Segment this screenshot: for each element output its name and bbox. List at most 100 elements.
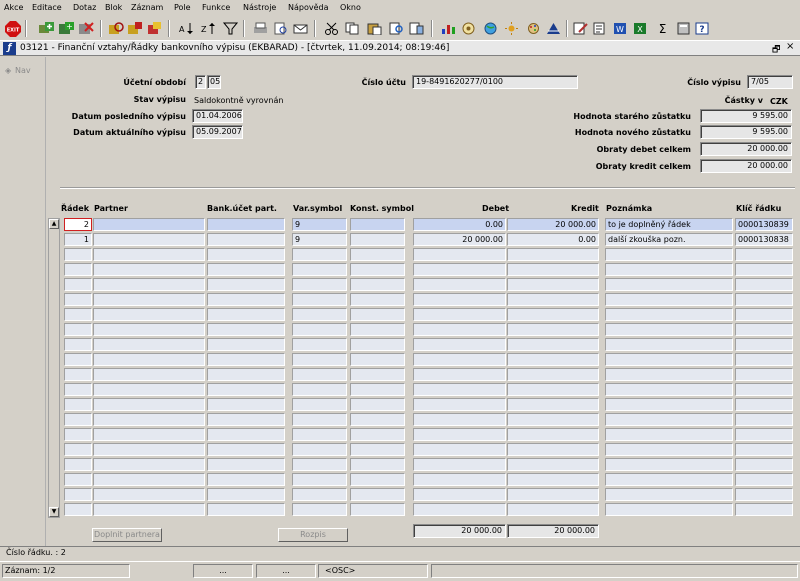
calc-icon[interactable] (675, 20, 692, 37)
restore-window-icon[interactable]: 🗗 (772, 42, 780, 58)
empty-cell[interactable] (735, 488, 793, 501)
empty-cell[interactable] (413, 443, 506, 456)
empty-cell[interactable] (413, 383, 506, 396)
menu-funkce[interactable]: Funkce (202, 3, 230, 12)
empty-cell[interactable] (605, 263, 733, 276)
empty-cell[interactable] (64, 353, 92, 366)
empty-cell[interactable] (507, 368, 599, 381)
empty-cell[interactable] (507, 413, 599, 426)
empty-cell[interactable] (413, 428, 506, 441)
empty-cell[interactable] (605, 293, 733, 306)
empty-cell[interactable] (292, 503, 347, 516)
empty-cell[interactable] (64, 428, 92, 441)
empty-cell[interactable] (507, 293, 599, 306)
empty-cell[interactable] (735, 353, 793, 366)
cell-poznamka[interactable]: to je doplněný řádek (605, 218, 733, 231)
empty-cell[interactable] (350, 398, 405, 411)
empty-cell[interactable] (64, 263, 92, 276)
ucetni-obdobi-field-1[interactable]: 2 (195, 75, 206, 89)
empty-cell[interactable] (413, 368, 506, 381)
menu-napoveda[interactable]: Nápověda (288, 3, 329, 12)
empty-cell[interactable] (64, 293, 92, 306)
empty-cell[interactable] (507, 248, 599, 261)
empty-cell[interactable] (292, 263, 347, 276)
empty-cell[interactable] (64, 383, 92, 396)
save-icon[interactable] (38, 20, 55, 37)
attach-icon[interactable] (408, 20, 425, 37)
empty-cell[interactable] (605, 278, 733, 291)
menu-editace[interactable]: Editace (32, 3, 62, 12)
empty-cell[interactable] (292, 278, 347, 291)
cut-icon[interactable] (323, 20, 340, 37)
empty-cell[interactable] (350, 248, 405, 261)
empty-cell[interactable] (350, 353, 405, 366)
empty-cell[interactable] (413, 458, 506, 471)
empty-cell[interactable] (207, 248, 285, 261)
empty-cell[interactable] (292, 323, 347, 336)
cell-kredit[interactable]: 0.00 (507, 233, 599, 246)
cislo-uctu-field[interactable]: 19-8491620277/0100 (412, 75, 578, 89)
word-icon[interactable]: W (612, 20, 629, 37)
empty-cell[interactable] (413, 353, 506, 366)
empty-cell[interactable] (507, 398, 599, 411)
empty-cell[interactable] (507, 308, 599, 321)
close-window-icon[interactable]: × (786, 41, 794, 52)
empty-cell[interactable] (413, 503, 506, 516)
cell-partner[interactable] (93, 218, 205, 231)
empty-cell[interactable] (507, 488, 599, 501)
edit-icon[interactable] (572, 20, 589, 37)
empty-cell[interactable] (292, 248, 347, 261)
empty-cell[interactable] (605, 353, 733, 366)
empty-cell[interactable] (735, 308, 793, 321)
empty-cell[interactable] (605, 413, 733, 426)
empty-cell[interactable] (350, 383, 405, 396)
empty-cell[interactable] (207, 503, 285, 516)
empty-cell[interactable] (64, 458, 92, 471)
empty-cell[interactable] (93, 488, 205, 501)
empty-cell[interactable] (292, 353, 347, 366)
empty-cell[interactable] (93, 398, 205, 411)
empty-cell[interactable] (605, 458, 733, 471)
empty-cell[interactable] (292, 368, 347, 381)
empty-cell[interactable] (207, 293, 285, 306)
empty-cell[interactable] (64, 308, 92, 321)
empty-cell[interactable] (64, 278, 92, 291)
cell-konst[interactable] (350, 233, 405, 246)
empty-cell[interactable] (207, 383, 285, 396)
empty-cell[interactable] (292, 488, 347, 501)
cell-klic[interactable]: 0000130838 (735, 233, 793, 246)
empty-cell[interactable] (735, 293, 793, 306)
empty-cell[interactable] (93, 248, 205, 261)
empty-cell[interactable] (93, 458, 205, 471)
empty-cell[interactable] (350, 428, 405, 441)
empty-cell[interactable] (292, 443, 347, 456)
palette-icon[interactable] (525, 20, 542, 37)
cell-konst[interactable] (350, 218, 405, 231)
cell-var[interactable]: 9 (292, 218, 347, 231)
empty-cell[interactable] (207, 398, 285, 411)
empty-cell[interactable] (292, 338, 347, 351)
preview-icon[interactable] (272, 20, 289, 37)
clear-icon[interactable] (146, 20, 163, 37)
empty-cell[interactable] (350, 338, 405, 351)
empty-cell[interactable] (64, 368, 92, 381)
table-scrollbar[interactable]: ▲ ▼ (48, 218, 60, 518)
empty-cell[interactable] (735, 248, 793, 261)
empty-cell[interactable] (605, 308, 733, 321)
empty-cell[interactable] (292, 293, 347, 306)
empty-cell[interactable] (93, 473, 205, 486)
empty-cell[interactable] (292, 383, 347, 396)
empty-cell[interactable] (413, 413, 506, 426)
empty-cell[interactable] (292, 413, 347, 426)
menu-blok[interactable]: Blok (105, 3, 122, 12)
globe-icon[interactable] (482, 20, 499, 37)
empty-cell[interactable] (350, 368, 405, 381)
empty-cell[interactable] (93, 443, 205, 456)
empty-cell[interactable] (350, 413, 405, 426)
empty-cell[interactable] (292, 308, 347, 321)
nav-panel[interactable]: ◈ Nav (0, 57, 52, 546)
empty-cell[interactable] (735, 503, 793, 516)
empty-cell[interactable] (207, 308, 285, 321)
empty-cell[interactable] (735, 383, 793, 396)
empty-cell[interactable] (93, 383, 205, 396)
